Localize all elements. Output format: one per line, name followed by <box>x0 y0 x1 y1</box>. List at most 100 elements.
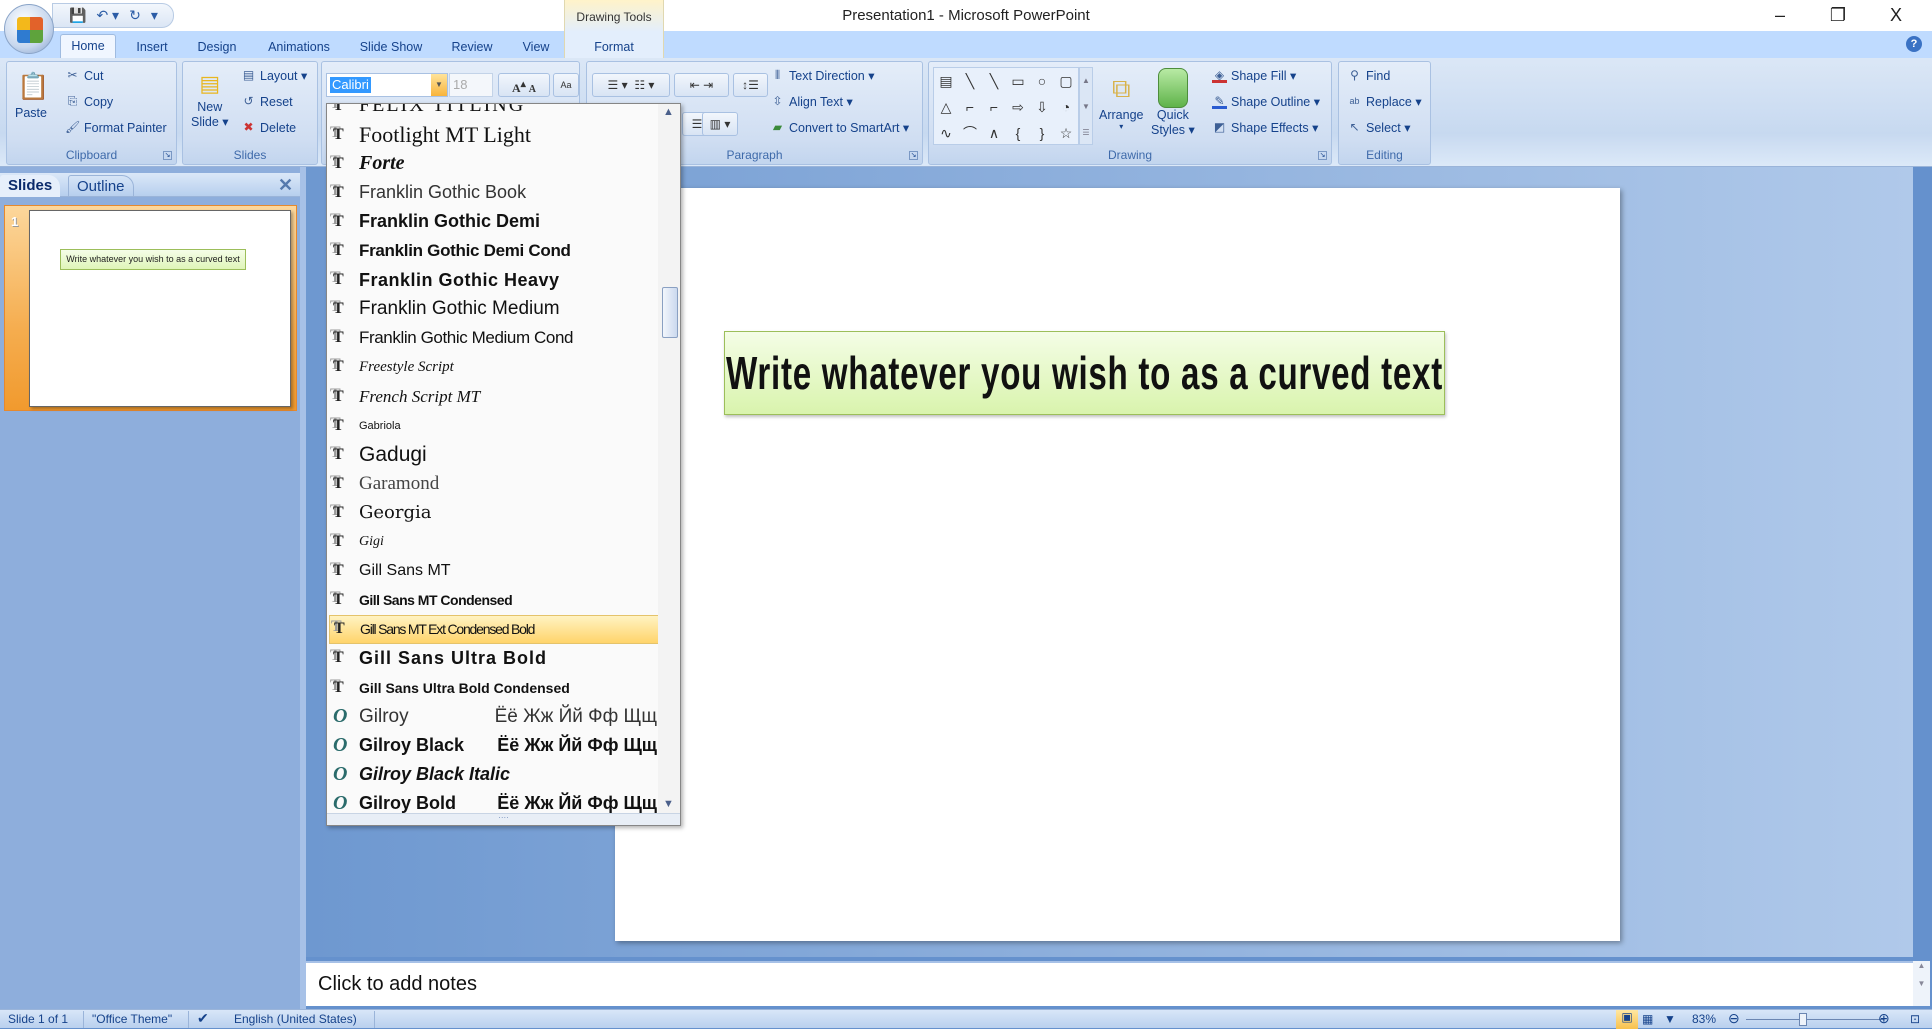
font-dropdown-arrow-icon[interactable]: ▼ <box>431 74 447 96</box>
shape-outline-button[interactable]: ✎ Shape Outline ▾ <box>1212 94 1320 109</box>
paste-button[interactable]: 📋 Paste <box>15 68 49 120</box>
font-size-combo[interactable]: 18 <box>449 73 493 97</box>
tab-slide-show[interactable]: Slide Show <box>354 36 428 58</box>
help-icon[interactable]: ? <box>1906 36 1922 52</box>
grow-shrink-font-buttons[interactable]: A▴ A <box>498 73 550 97</box>
grow-font-icon[interactable]: A <box>512 81 521 95</box>
font-name-combo[interactable]: Calibri ▼ <box>326 73 448 97</box>
font-item[interactable]: T Gadugi <box>329 440 659 469</box>
font-item[interactable]: T Gill Sans Ultra Bold <box>329 644 659 673</box>
font-list-scrollbar[interactable]: ▲ ▼ <box>658 104 680 815</box>
format-painter-button[interactable]: 🖌 Format Painter <box>65 120 167 135</box>
shape-button[interactable]: ╲ <box>958 68 982 94</box>
font-item[interactable]: T French Script MT <box>329 382 659 411</box>
text-direction-button[interactable]: ⫴ Text Direction ▾ <box>770 68 875 83</box>
font-item[interactable]: T Franklin Gothic Medium <box>329 295 659 324</box>
clear-formatting-button[interactable]: Aa <box>553 73 579 97</box>
paragraph-launcher-icon[interactable]: ↘ <box>909 151 918 160</box>
quick-styles-button[interactable]: Quick Styles ▾ <box>1151 68 1195 137</box>
customize-qat-icon[interactable]: ▾ <box>151 7 158 24</box>
spell-check-icon[interactable]: ✔ <box>197 1010 209 1027</box>
zoom-level[interactable]: 83% <box>1692 1012 1716 1026</box>
layout-button[interactable]: ▤ Layout ▾ <box>241 68 307 83</box>
close-button[interactable]: X <box>1876 2 1916 28</box>
normal-view-icon[interactable]: ▣ <box>1616 1010 1638 1029</box>
font-item[interactable]: T Gabriola <box>329 411 659 440</box>
shape-button[interactable]: } <box>1030 120 1054 146</box>
font-item[interactable]: O Gilroy Black Italic <box>329 760 659 789</box>
scrollbar-thumb[interactable] <box>662 287 678 338</box>
zoom-out-icon[interactable]: ⊖ <box>1728 1010 1740 1027</box>
font-item[interactable]: T Gill Sans MT <box>329 557 659 586</box>
tab-format[interactable]: Format <box>580 36 648 58</box>
font-item[interactable]: T Franklin Gothic Demi <box>329 207 659 236</box>
font-item[interactable]: T Gill Sans Ultra Bold Condensed <box>329 673 659 702</box>
replace-button[interactable]: ab Replace ▾ <box>1347 94 1421 109</box>
shape-button[interactable]: ╲ <box>982 68 1006 94</box>
zoom-slider-track[interactable] <box>1746 1019 1884 1020</box>
cut-button[interactable]: ✂ Cut <box>65 68 103 83</box>
zoom-in-icon[interactable]: ⊕ <box>1878 1010 1890 1027</box>
columns-button[interactable]: ▥ ▾ <box>702 112 738 136</box>
copy-button[interactable]: ⎘ Copy <box>65 94 114 109</box>
tab-slides[interactable]: Slides <box>0 175 61 197</box>
tab-animations[interactable]: Animations <box>262 36 336 58</box>
shape-button[interactable]: ☆ <box>1054 120 1078 146</box>
fit-to-window-icon[interactable]: ⊡ <box>1910 1012 1920 1026</box>
arrange-button[interactable]: ⧉ Arrange ▾ <box>1099 68 1143 131</box>
font-item[interactable]: T Franklin Gothic Medium Cond <box>329 324 659 353</box>
convert-smartart-button[interactable]: ▰ Convert to SmartArt ▾ <box>770 120 909 135</box>
slide-canvas[interactable] <box>615 188 1620 941</box>
redo-icon[interactable]: ↻ <box>129 7 141 24</box>
minimize-button[interactable]: – <box>1760 2 1800 28</box>
bullets-numbering-buttons[interactable]: ☰ ▾ ☷ ▾ <box>592 73 670 97</box>
shape-button[interactable]: ⌐ <box>982 94 1006 120</box>
shape-button[interactable]: ▢ <box>1054 68 1078 94</box>
shrink-font-icon[interactable]: A <box>529 84 536 95</box>
find-button[interactable]: ⚲ Find <box>1347 68 1390 83</box>
font-item[interactable]: T Gill Sans MT Condensed <box>329 586 659 615</box>
font-item[interactable]: T FELIX TITLING <box>329 104 659 120</box>
slide-sorter-icon[interactable]: ▦ <box>1642 1012 1653 1026</box>
font-item[interactable]: T Garamond <box>329 469 659 498</box>
font-item[interactable]: T Franklin Gothic Book <box>329 178 659 207</box>
new-slide-button[interactable]: ▤ New Slide ▾ <box>191 68 229 129</box>
shape-button[interactable]: ∧ <box>982 120 1006 146</box>
line-spacing-button[interactable]: ↕☰ <box>733 73 768 97</box>
language[interactable]: English (United States) <box>234 1012 357 1026</box>
notes-pane[interactable]: Click to add notes <box>306 961 1913 1006</box>
shape-button[interactable]: ◔ <box>1054 94 1078 120</box>
theme-name[interactable]: "Office Theme" <box>92 1012 172 1026</box>
notes-scrollbar[interactable]: ▲ ▼ <box>1913 961 1930 1006</box>
shape-button[interactable]: ○ <box>1030 68 1054 94</box>
resize-grip[interactable]: ···· <box>327 813 680 825</box>
shape-button[interactable]: ⇩ <box>1030 94 1054 120</box>
shape-button[interactable]: { <box>1006 120 1030 146</box>
tab-view[interactable]: View <box>516 36 556 58</box>
office-button[interactable] <box>4 4 54 54</box>
tab-insert[interactable]: Insert <box>130 36 174 58</box>
align-text-button[interactable]: ⇳ Align Text ▾ <box>770 94 852 109</box>
tab-home[interactable]: Home <box>60 34 116 58</box>
delete-button[interactable]: ✖ Delete <box>241 120 296 135</box>
curved-text-box[interactable]: Write whatever you wish to as a curved t… <box>724 331 1445 415</box>
font-item[interactable]: T Franklin Gothic Demi Cond <box>329 237 659 266</box>
save-icon[interactable]: 💾 <box>69 7 86 24</box>
shape-button[interactable]: ▭ <box>1006 68 1030 94</box>
shape-fill-button[interactable]: ◈ Shape Fill ▾ <box>1212 68 1296 83</box>
shape-button[interactable]: △ <box>934 94 958 120</box>
font-item[interactable]: T Freestyle Script <box>329 353 659 382</box>
tab-design[interactable]: Design <box>192 36 242 58</box>
font-item[interactable]: T Franklin Gothic Heavy <box>329 266 659 295</box>
shape-button[interactable]: ∿ <box>934 120 958 146</box>
notes-placeholder[interactable]: Click to add notes <box>318 973 477 996</box>
font-item[interactable]: T Gill Sans MT Ext Condensed Bold <box>329 614 659 644</box>
shape-button[interactable]: ⌒ <box>958 120 982 146</box>
slide-text[interactable]: Write whatever you wish to as a curved t… <box>726 332 1442 414</box>
close-pane-icon[interactable]: ✕ <box>278 175 293 196</box>
font-item[interactable]: T Gigi <box>329 528 659 557</box>
scroll-down-icon[interactable]: ▼ <box>663 798 674 810</box>
undo-icon[interactable]: ↶ ▾ <box>96 7 119 24</box>
indent-buttons[interactable]: ⇤ ⇥ <box>674 73 729 97</box>
select-button[interactable]: ↖ Select ▾ <box>1347 120 1410 135</box>
